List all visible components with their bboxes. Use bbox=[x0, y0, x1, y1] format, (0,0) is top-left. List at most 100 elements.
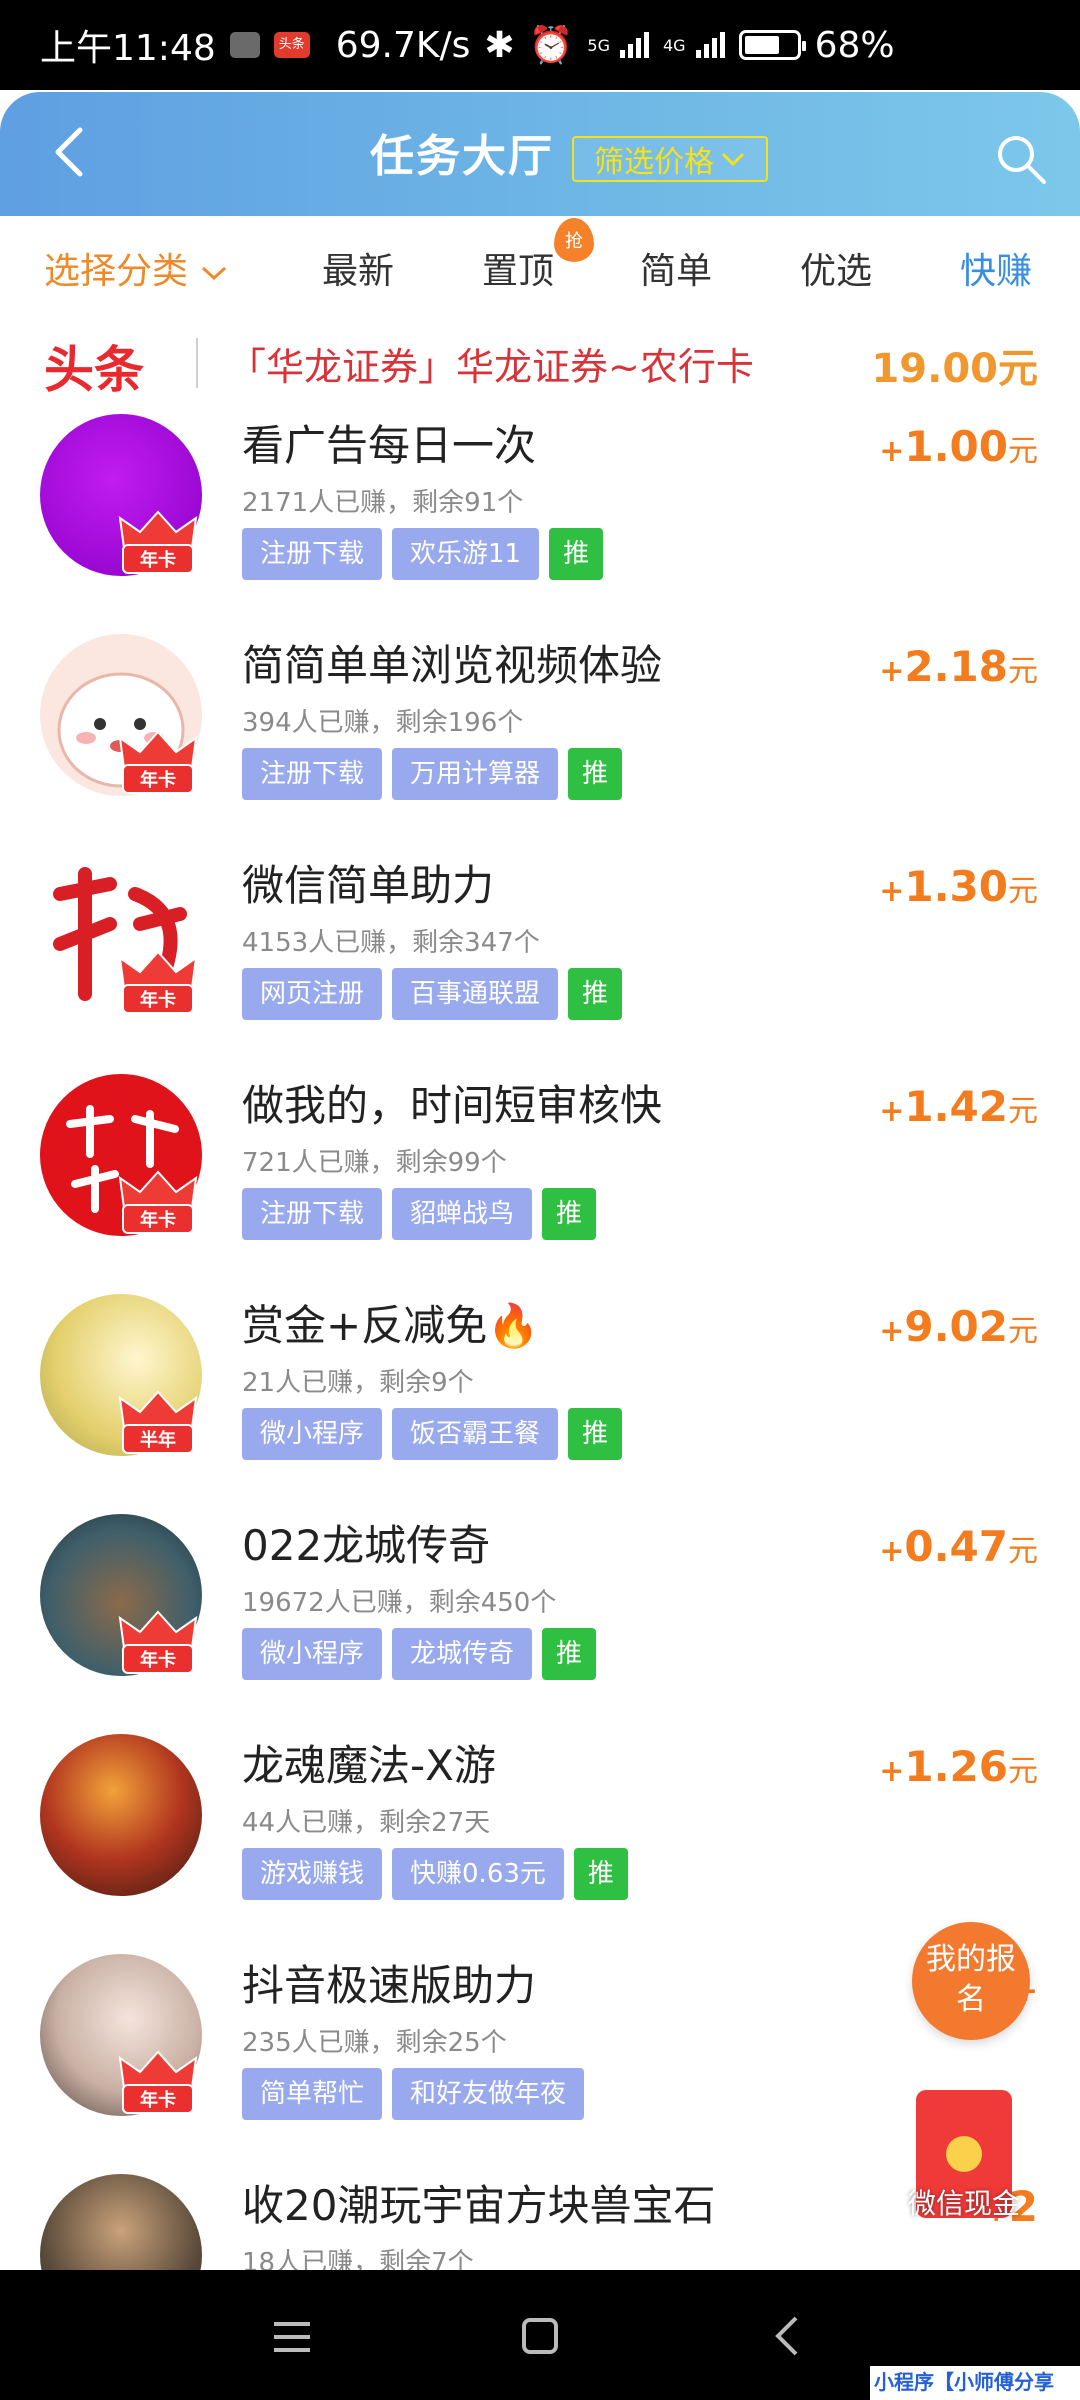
tab-quick[interactable]: 快赚 bbox=[960, 242, 1032, 294]
task-title: 看广告每日一次 bbox=[242, 421, 537, 470]
task-item[interactable]: 年卡 看广告每日一次 +1.00元 2171人已赚，剩余91个 注册下载 欢乐游… bbox=[0, 400, 1080, 620]
home-icon[interactable] bbox=[522, 2318, 558, 2354]
crown-icon bbox=[118, 1610, 198, 1648]
badge-label: 年卡 bbox=[122, 984, 194, 1014]
task-price: +1.26元 bbox=[879, 1742, 1038, 1791]
task-meta: 235人已赚，剩余25个 bbox=[242, 2028, 507, 2058]
net-speed: 69.7K/s bbox=[335, 24, 471, 66]
task-avatar bbox=[40, 1734, 202, 1896]
task-tags: 注册下载 貂蝉战鸟 推 bbox=[242, 1188, 597, 1240]
task-tags: 微小程序 龙城传奇 推 bbox=[242, 1628, 597, 1680]
tag: 微小程序 bbox=[242, 1628, 383, 1680]
crown-badge: 年卡 bbox=[118, 1170, 198, 1236]
menu-icon[interactable] bbox=[272, 2320, 312, 2354]
notification-icon bbox=[229, 32, 260, 58]
task-title: 022龙城传奇 bbox=[242, 1521, 491, 1570]
tab-latest[interactable]: 最新 bbox=[322, 242, 394, 294]
tag: 快赚0.63元 bbox=[392, 1848, 564, 1900]
search-icon[interactable] bbox=[994, 132, 1048, 186]
push-tag: 推 bbox=[542, 1628, 597, 1680]
task-item[interactable]: 半年 赏金+反减免🔥 +9.02元 21人已赚，剩余9个 微小程序 饭否霸王餐 … bbox=[0, 1280, 1080, 1500]
crown-badge: 年卡 bbox=[118, 950, 198, 1016]
toutiao-logo: 头条 bbox=[44, 341, 144, 399]
crown-icon bbox=[118, 1390, 198, 1428]
battery-percent: 68% bbox=[814, 24, 895, 66]
watermark: 小程序【小师傅分享屋】 bbox=[870, 2366, 1080, 2400]
featured-banner[interactable]: 头条 「华龙证券」华龙证券~农行卡 19.00元 bbox=[0, 322, 1080, 402]
signal-icon-2 bbox=[695, 32, 725, 58]
divider bbox=[196, 338, 198, 388]
tag: 简单帮忙 bbox=[242, 2068, 383, 2120]
push-tag: 推 bbox=[568, 968, 623, 1020]
task-item[interactable]: 年卡 做我的，时间短审核快 +1.42元 721人已赚，剩余99个 注册下载 貂… bbox=[0, 1060, 1080, 1280]
badge-label: 年卡 bbox=[122, 1204, 194, 1234]
tag: 万用计算器 bbox=[392, 748, 559, 800]
push-tag: 推 bbox=[568, 1408, 623, 1460]
back-arrow-icon[interactable] bbox=[44, 122, 104, 182]
task-meta: 19672人已赚，剩余450个 bbox=[242, 1588, 557, 1618]
task-meta: 44人已赚，剩余27天 bbox=[242, 1808, 491, 1838]
tag: 欢乐游11 bbox=[392, 528, 540, 580]
task-title: 收20潮玩宇宙方块兽宝石 bbox=[242, 2181, 716, 2230]
task-item[interactable]: 年卡 简简单单浏览视频体验 +2.18元 394人已赚，剩余196个 注册下载 … bbox=[0, 620, 1080, 840]
status-time: 上午11:48 bbox=[40, 28, 216, 69]
status-bar: 上午11:48 头条 69.7K/s ✱ ⏰ 5G 4G 68% bbox=[0, 0, 1080, 90]
task-tags: 注册下载 欢乐游11 推 bbox=[242, 528, 604, 580]
badge-label: 年卡 bbox=[122, 2084, 194, 2114]
toutiao-app-icon: 头条 bbox=[273, 32, 310, 58]
page-title: 任务大厅 bbox=[370, 131, 554, 182]
tab-simple[interactable]: 简单 bbox=[640, 242, 712, 294]
tab-select-category[interactable]: 选择分类 bbox=[44, 242, 229, 294]
tag: 注册下载 bbox=[242, 1188, 383, 1240]
wechat-cash-label[interactable]: 微信现金 bbox=[908, 2182, 1020, 2222]
task-tags: 微小程序 饭否霸王餐 推 bbox=[242, 1408, 623, 1460]
badge-label: 年卡 bbox=[122, 1644, 194, 1674]
category-tabs: 选择分类 最新 置顶 简单 优选 快赚 bbox=[0, 216, 1080, 316]
crown-badge: 年卡 bbox=[118, 510, 198, 576]
push-tag: 推 bbox=[573, 1848, 628, 1900]
task-title: 抖音极速版助力 bbox=[242, 1961, 537, 2010]
crown-badge: 年卡 bbox=[118, 730, 198, 796]
task-tags: 注册下载 万用计算器 推 bbox=[242, 748, 623, 800]
badge-label: 年卡 bbox=[122, 764, 194, 794]
nav-back-icon[interactable] bbox=[768, 2314, 808, 2358]
tag: 百事通联盟 bbox=[392, 968, 559, 1020]
task-title: 做我的，时间短审核快 bbox=[242, 1081, 663, 1130]
tab-preferred[interactable]: 优选 bbox=[800, 242, 872, 294]
crown-icon bbox=[118, 950, 198, 988]
crown-icon bbox=[118, 1170, 198, 1208]
task-meta: 394人已赚，剩余196个 bbox=[242, 708, 524, 738]
net-type-2: 4G bbox=[662, 36, 686, 55]
bluetooth-icon: ✱ bbox=[484, 24, 515, 66]
tag: 网页注册 bbox=[242, 968, 383, 1020]
task-item[interactable]: 年卡 微信简单助力 +1.30元 4153人已赚，剩余347个 网页注册 百事通… bbox=[0, 840, 1080, 1060]
task-item[interactable]: 年卡 022龙城传奇 +0.47元 19672人已赚，剩余450个 微小程序 龙… bbox=[0, 1500, 1080, 1720]
tag: 貂蝉战鸟 bbox=[392, 1188, 533, 1240]
crown-icon bbox=[118, 2050, 198, 2088]
task-meta: 21人已赚，剩余9个 bbox=[242, 1368, 474, 1398]
tag: 和好友做年夜 bbox=[392, 2068, 585, 2120]
crown-badge: 年卡 bbox=[118, 2050, 198, 2116]
crown-icon bbox=[118, 730, 198, 768]
task-title: 龙魂魔法-X游 bbox=[242, 1741, 496, 1790]
tag: 龙城传奇 bbox=[392, 1628, 533, 1680]
battery-icon bbox=[738, 30, 806, 60]
my-registration-button[interactable]: 我的报名 bbox=[912, 1922, 1030, 2040]
task-price: +9.02元 bbox=[879, 1302, 1038, 1351]
task-item[interactable]: 龙魂魔法-X游 +1.26元 44人已赚，剩余27天 游戏赚钱 快赚0.63元 … bbox=[0, 1720, 1080, 1940]
task-price: +2.18元 bbox=[879, 642, 1038, 691]
push-tag: 推 bbox=[568, 748, 623, 800]
tab-category-label: 选择分类 bbox=[44, 251, 189, 292]
featured-price: 19.00元 bbox=[871, 346, 1038, 392]
featured-text: 「华龙证券」华龙证券~农行卡 bbox=[228, 345, 754, 389]
net-type-1: 5G bbox=[587, 36, 610, 55]
tag: 游戏赚钱 bbox=[242, 1848, 383, 1900]
filter-price-button[interactable]: 筛选价格 bbox=[572, 136, 768, 182]
badge-label: 年卡 bbox=[122, 544, 194, 574]
task-price: +1.00元 bbox=[879, 422, 1038, 471]
tab-pinned[interactable]: 置顶 bbox=[482, 242, 554, 294]
tag: 饭否霸王餐 bbox=[392, 1408, 559, 1460]
task-price: +0.47元 bbox=[879, 1522, 1038, 1571]
app-header: 任务大厅 筛选价格 bbox=[0, 92, 1080, 216]
chevron-down-icon bbox=[721, 152, 745, 167]
